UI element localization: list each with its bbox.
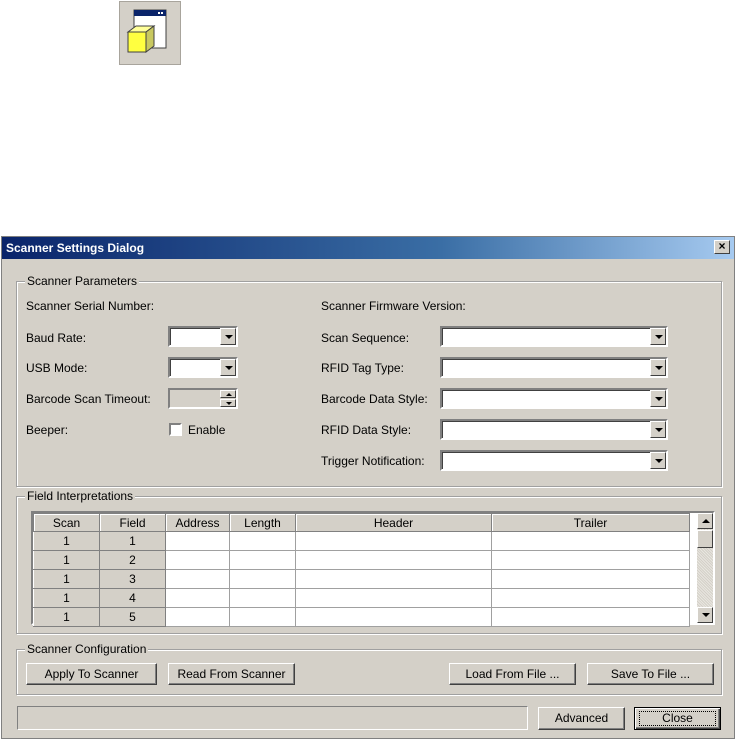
baud-rate-combo[interactable] [168, 326, 238, 347]
trailer-cell[interactable] [491, 607, 690, 627]
status-bar [17, 706, 528, 730]
rfid-data-style-combo[interactable] [440, 419, 668, 440]
read-from-scanner-button[interactable]: Read From Scanner [168, 663, 295, 685]
table-header-row: Scan Field Address Length Header Trailer [33, 513, 690, 532]
trailer-cell[interactable] [491, 550, 690, 570]
window-cube-icon [126, 9, 167, 53]
field-cell: 1 [99, 531, 166, 551]
scan-sequence-dropdown-icon[interactable] [650, 328, 666, 345]
trigger-notification-combo[interactable] [440, 450, 668, 471]
scan-cell: 1 [33, 531, 100, 551]
serial-number-label: Scanner Serial Number: [26, 299, 155, 313]
dialog-title: Scanner Settings Dialog [6, 241, 145, 255]
beeper-label: Beeper: [26, 423, 69, 437]
header-cell[interactable] [295, 531, 492, 551]
rfid-tag-type-label: RFID Tag Type: [321, 361, 404, 375]
apply-to-scanner-button[interactable]: Apply To Scanner [26, 663, 157, 685]
spin-up-icon[interactable] [220, 390, 236, 398]
length-cell[interactable] [229, 569, 296, 589]
scan-cell: 1 [33, 569, 100, 589]
rfid-data-style-label: RFID Data Style: [321, 423, 412, 437]
spin-down-icon[interactable] [220, 399, 236, 407]
column-header-address[interactable]: Address [165, 513, 230, 532]
address-cell[interactable] [165, 569, 230, 589]
scan-cell: 1 [33, 550, 100, 570]
scanner-settings-dialog: Scanner Settings Dialog × Scanner Parame… [1, 236, 735, 739]
rfid-tag-type-combo[interactable] [440, 357, 668, 378]
scanner-parameters-legend: Scanner Parameters [25, 274, 140, 288]
baud-rate-dropdown-icon[interactable] [220, 328, 236, 345]
length-cell[interactable] [229, 607, 296, 627]
table-row[interactable]: 1 4 [33, 588, 690, 608]
beeper-enable-checkbox[interactable] [169, 423, 182, 436]
trigger-notification-dropdown-icon[interactable] [650, 452, 666, 469]
barcode-data-style-dropdown-icon[interactable] [650, 390, 666, 407]
beeper-enable-label[interactable]: Enable [188, 423, 225, 437]
field-interpretations-grid[interactable]: Scan Field Address Length Header Trailer… [31, 511, 715, 627]
header-cell[interactable] [295, 607, 492, 627]
table-row[interactable]: 1 3 [33, 569, 690, 589]
barcode-data-style-label: Barcode Data Style: [321, 392, 428, 406]
field-cell: 4 [99, 588, 166, 608]
address-cell[interactable] [165, 531, 230, 551]
advanced-button[interactable]: Advanced [538, 707, 625, 730]
rfid-data-style-dropdown-icon[interactable] [650, 421, 666, 438]
close-button[interactable]: Close [634, 707, 721, 730]
header-cell[interactable] [295, 569, 492, 589]
header-cell[interactable] [295, 550, 492, 570]
column-header-trailer[interactable]: Trailer [491, 513, 690, 532]
load-from-file-button[interactable]: Load From File ... [449, 663, 576, 685]
header-cell[interactable] [295, 588, 492, 608]
field-cell: 5 [99, 607, 166, 627]
field-cell: 2 [99, 550, 166, 570]
grid-vertical-scrollbar[interactable] [697, 513, 713, 623]
table-row[interactable]: 1 1 [33, 531, 690, 551]
column-header-header[interactable]: Header [295, 513, 492, 532]
barcode-scan-timeout-spinner[interactable] [168, 388, 238, 409]
firmware-version-label: Scanner Firmware Version: [321, 299, 466, 313]
trailer-cell[interactable] [491, 569, 690, 589]
usb-mode-dropdown-icon[interactable] [220, 359, 236, 376]
scroll-down-icon[interactable] [697, 607, 713, 623]
baud-rate-label: Baud Rate: [26, 331, 87, 345]
scan-sequence-label: Scan Sequence: [321, 331, 410, 345]
rfid-tag-type-dropdown-icon[interactable] [650, 359, 666, 376]
spinner-buttons [220, 390, 236, 407]
length-cell[interactable] [229, 531, 296, 551]
field-interpretations-legend: Field Interpretations [25, 489, 136, 503]
column-header-field[interactable]: Field [99, 513, 166, 532]
address-cell[interactable] [165, 588, 230, 608]
table-row[interactable]: 1 5 [33, 607, 690, 627]
close-button-label: Close [662, 711, 693, 725]
scan-sequence-combo[interactable] [440, 326, 668, 347]
length-cell[interactable] [229, 588, 296, 608]
application-icon[interactable] [119, 1, 181, 65]
trailer-cell[interactable] [491, 588, 690, 608]
save-to-file-button[interactable]: Save To File ... [587, 663, 714, 685]
trailer-cell[interactable] [491, 531, 690, 551]
field-table: Scan Field Address Length Header Trailer… [33, 513, 690, 627]
scroll-thumb[interactable] [697, 530, 713, 548]
scroll-up-icon[interactable] [697, 513, 713, 529]
address-cell[interactable] [165, 607, 230, 627]
usb-mode-label: USB Mode: [26, 361, 88, 375]
column-header-scan[interactable]: Scan [33, 513, 100, 532]
barcode-data-style-combo[interactable] [440, 388, 668, 409]
scanner-configuration-legend: Scanner Configuration [25, 642, 149, 656]
address-cell[interactable] [165, 550, 230, 570]
usb-mode-combo[interactable] [168, 357, 238, 378]
close-icon[interactable]: × [714, 240, 730, 254]
field-cell: 3 [99, 569, 166, 589]
barcode-scan-timeout-label: Barcode Scan Timeout: [26, 392, 151, 406]
scan-cell: 1 [33, 588, 100, 608]
column-header-length[interactable]: Length [229, 513, 296, 532]
table-row[interactable]: 1 2 [33, 550, 690, 570]
scan-cell: 1 [33, 607, 100, 627]
length-cell[interactable] [229, 550, 296, 570]
title-bar: Scanner Settings Dialog × [2, 237, 734, 259]
trigger-notification-label: Trigger Notification: [321, 454, 425, 468]
